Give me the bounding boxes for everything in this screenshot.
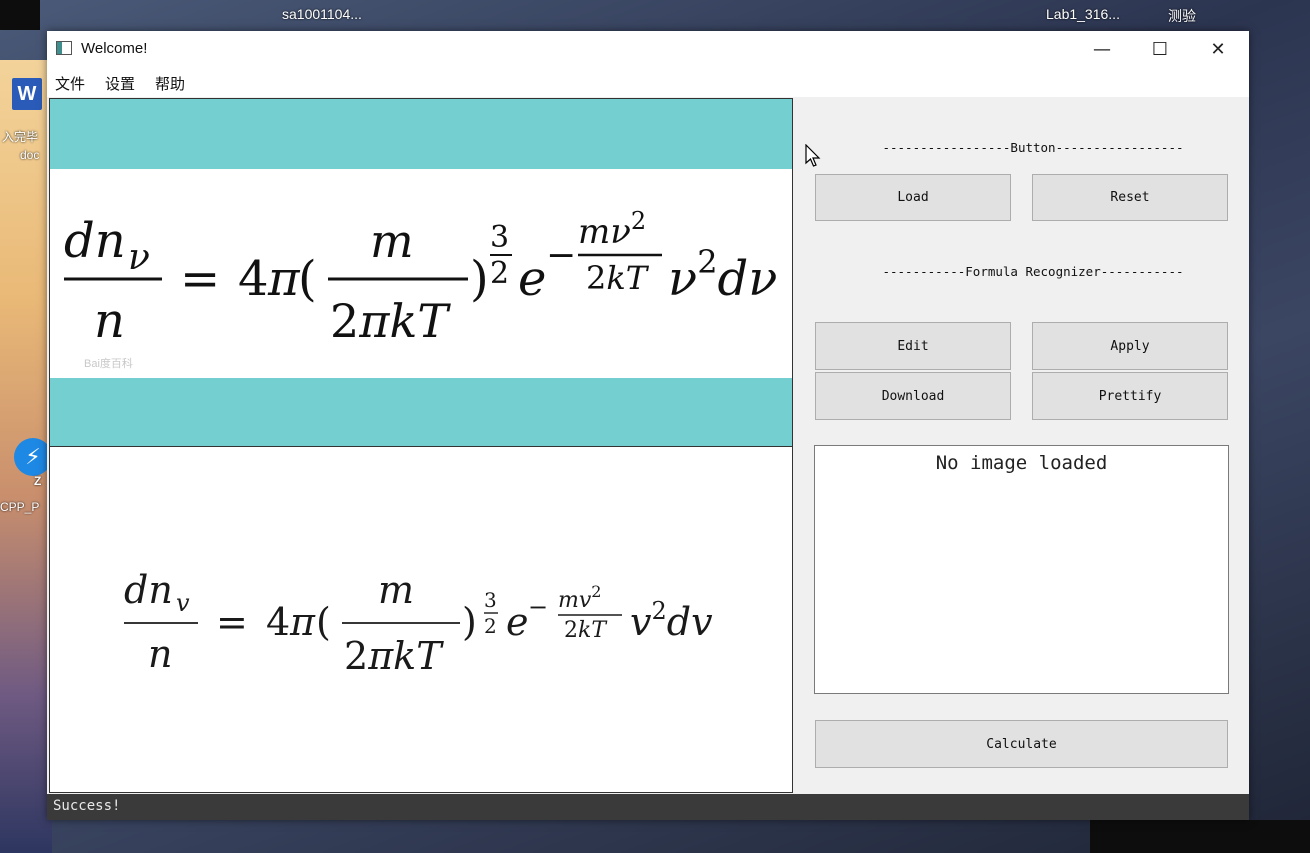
window-title: Welcome!	[81, 40, 148, 57]
svg-text:): )	[470, 251, 489, 307]
load-button[interactable]: Load	[815, 174, 1011, 221]
reset-button[interactable]: Reset	[1032, 174, 1228, 221]
minimize-icon: —	[1093, 38, 1111, 60]
word-document-icon[interactable]: W	[12, 78, 42, 110]
result-display[interactable]: No image loaded	[814, 445, 1229, 694]
svg-text:2kT: 2kT	[564, 618, 608, 643]
menu-help[interactable]: 帮助	[155, 73, 185, 94]
svg-text:v: v	[176, 589, 190, 617]
title-bar[interactable]: Welcome! — ☐ ✕	[47, 31, 1249, 67]
image-watermark: Bai度百科	[84, 356, 133, 370]
svg-text:dn: dn	[124, 568, 173, 612]
svg-text:2πkT: 2πkT	[344, 634, 444, 678]
edit-button[interactable]: Edit	[815, 322, 1011, 370]
apply-button[interactable]: Apply	[1032, 322, 1228, 370]
close-icon: ✕	[1210, 38, 1226, 60]
app-window-icon	[56, 41, 72, 55]
maximize-icon: ☐	[1151, 38, 1169, 60]
svg-text:3: 3	[484, 588, 497, 612]
close-button[interactable]: ✕	[1189, 31, 1247, 67]
svg-text:e: e	[518, 251, 546, 307]
lightning-icon: ⚡	[25, 444, 41, 470]
svg-text:mν2: mν2	[578, 207, 646, 252]
svg-text:ν: ν	[128, 237, 150, 278]
desktop-wallpaper-block	[1090, 820, 1310, 853]
svg-text:m: m	[378, 568, 414, 612]
app-window: Welcome! — ☐ ✕ 文件 设置 帮助 dn ν n = 4 π (m…	[47, 31, 1249, 820]
svg-text:=: =	[216, 600, 248, 644]
status-message: Success!	[53, 798, 121, 814]
svg-text:π: π	[289, 600, 316, 644]
status-bar: Success!	[47, 794, 1249, 820]
svg-text:n: n	[148, 632, 172, 676]
svg-text:ν2dν: ν2dν	[668, 243, 777, 307]
svg-text:3: 3	[490, 220, 509, 255]
svg-text:2kT: 2kT	[586, 259, 650, 297]
rendered-formula: dn v n = 4 π ( m 2πkT ) 3 2 e − mv2 2kT	[124, 568, 713, 678]
svg-text:2: 2	[484, 614, 497, 638]
svg-text:mv2: mv2	[558, 582, 601, 613]
svg-text:−: −	[528, 593, 548, 621]
desktop-icon-label: 入完毕	[2, 130, 39, 144]
rendered-formula-view: dn v n = 4 π ( m 2πkT ) 3 2 e − mv2 2kT	[49, 447, 793, 793]
desktop-icon-label: doc	[20, 148, 40, 162]
desktop-wallpaper-block	[0, 0, 40, 30]
svg-text:π: π	[267, 251, 301, 307]
prettify-button[interactable]: Prettify	[1032, 372, 1228, 420]
svg-text:4: 4	[238, 251, 269, 307]
button-section-header: -----------------Button-----------------	[882, 140, 1184, 155]
mouse-cursor-icon	[805, 144, 821, 167]
desktop-icon-label: 测验	[1168, 8, 1196, 24]
svg-text:−: −	[546, 235, 576, 276]
desktop-icon-label: Lab1_316...	[1046, 6, 1120, 22]
svg-text:(: (	[298, 251, 317, 307]
desktop-icon-label: CPP_P	[0, 500, 40, 514]
menu-settings[interactable]: 设置	[105, 73, 135, 94]
svg-text:dn: dn	[64, 213, 126, 269]
result-text: No image loaded	[935, 452, 1108, 474]
svg-text:): )	[462, 600, 477, 644]
svg-text:2πkT: 2πkT	[330, 294, 451, 348]
svg-text:4: 4	[266, 600, 290, 644]
formula-recognizer-header: -----------Formula Recognizer-----------	[882, 264, 1184, 279]
maximize-button[interactable]: ☐	[1131, 31, 1189, 67]
svg-text:=: =	[180, 251, 220, 307]
calculate-button[interactable]: Calculate	[815, 720, 1228, 768]
svg-text:(: (	[316, 600, 331, 644]
menu-bar: 文件 设置 帮助	[47, 67, 1249, 97]
svg-text:n: n	[94, 293, 125, 349]
svg-text:v2dv: v2dv	[630, 597, 713, 644]
minimize-button[interactable]: —	[1073, 31, 1131, 67]
menu-file[interactable]: 文件	[55, 73, 85, 94]
svg-text:e: e	[506, 600, 529, 644]
source-formula-image: dn ν n = 4 π ( m 2πkT ) 3 2 e − mν2 2kT	[64, 207, 777, 370]
svg-text:m: m	[370, 214, 414, 268]
source-image-view: dn ν n = 4 π ( m 2πkT ) 3 2 e − mν2 2kT	[49, 98, 793, 447]
desktop-icon-badge: Z	[34, 474, 42, 488]
download-button[interactable]: Download	[815, 372, 1011, 420]
svg-text:2: 2	[490, 256, 509, 291]
desktop-icon-label: sa1001104...	[282, 6, 362, 22]
